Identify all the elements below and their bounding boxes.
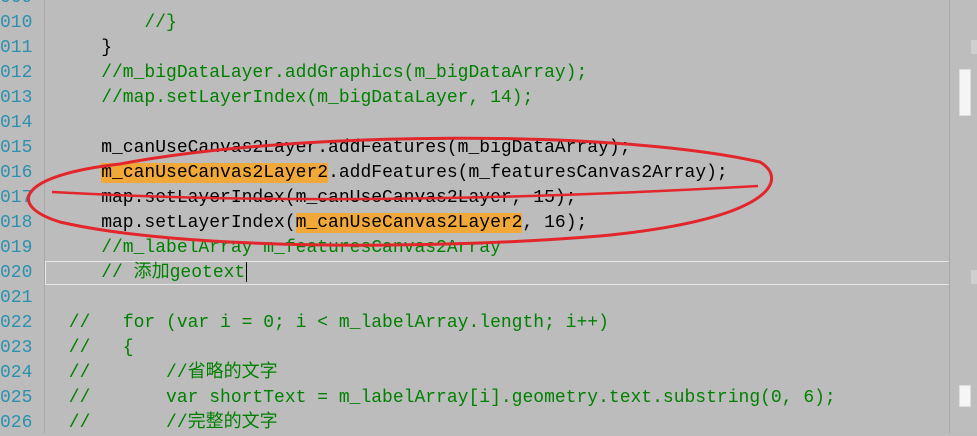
code-line[interactable]: 014 xyxy=(0,111,977,136)
line-number: 022 xyxy=(0,313,32,333)
line-number: 023 xyxy=(0,338,32,358)
text-cursor xyxy=(246,262,248,283)
scrollbar-thumb[interactable] xyxy=(959,69,971,116)
code-text: map.setLayerIndex(m_canUseCanvas2Layer, … xyxy=(58,186,576,211)
code-token: m_canUseCanvas2Layer.addFeatures(m_bigDa… xyxy=(58,138,631,158)
code-token: // //省略的文字 xyxy=(58,363,278,383)
line-number: 012 xyxy=(0,63,32,83)
code-text: } xyxy=(58,36,112,61)
code-token: // var shortText = m_labelArray[i].geome… xyxy=(58,388,836,408)
code-line[interactable]: 026 // //完整的文字 xyxy=(0,411,977,436)
scrollbar-marker xyxy=(971,40,977,54)
code-line[interactable]: 023 // { xyxy=(0,336,977,361)
line-number: 011 xyxy=(0,38,32,58)
code-line[interactable]: 018 map.setLayerIndex(m_canUseCanvas2Lay… xyxy=(0,211,977,236)
search-highlight: m_canUseCanvas2Layer2 xyxy=(295,213,523,233)
code-text: // var shortText = m_labelArray[i].geome… xyxy=(58,386,836,411)
code-token: // { xyxy=(58,338,134,358)
code-token: map.setLayerIndex(m_canUseCanvas2Layer, … xyxy=(58,188,577,208)
code-token: //map.setLayerIndex(m_bigDataLayer, 14); xyxy=(58,88,534,108)
line-number: 020 xyxy=(0,263,32,283)
line-number: 014 xyxy=(0,113,32,133)
code-line[interactable]: 015 m_canUseCanvas2Layer.addFeatures(m_b… xyxy=(0,136,977,161)
code-token: // xyxy=(58,313,123,333)
code-text: // //完整的文字 xyxy=(58,411,278,436)
line-number: 026 xyxy=(0,413,32,433)
line-number: 021 xyxy=(0,288,32,308)
code-editor[interactable]: 009010 //}011 }012 //m_bigDataLayer.addG… xyxy=(0,0,977,433)
code-text: //m_labelArray m_featuresCanvas2Array xyxy=(58,236,501,261)
code-token: //m_labelArray m_featuresCanvas2Array xyxy=(58,238,501,258)
code-text: // { xyxy=(58,336,134,361)
code-token: //} xyxy=(58,13,177,33)
code-line[interactable]: 021 xyxy=(0,286,977,311)
code-text: //map.setLayerIndex(m_bigDataLayer, 14); xyxy=(58,86,533,111)
code-text: //} xyxy=(58,11,177,36)
line-number: 009 xyxy=(0,0,32,11)
line-number: 013 xyxy=(0,88,32,108)
code-line[interactable]: 017 map.setLayerIndex(m_canUseCanvas2Lay… xyxy=(0,186,977,211)
code-line[interactable]: 012 //m_bigDataLayer.addGraphics(m_bigDa… xyxy=(0,61,977,86)
line-number: 017 xyxy=(0,188,32,208)
code-text: m_canUseCanvas2Layer2.addFeatures(m_feat… xyxy=(58,161,728,186)
code-token: // 添加geotext xyxy=(58,263,246,283)
code-token: for (var i = 0; i < m_labelArray.length;… xyxy=(122,313,609,333)
code-text: // for (var i = 0; i < m_labelArray.leng… xyxy=(58,311,609,336)
line-number: 019 xyxy=(0,238,32,258)
vertical-scrollbar[interactable] xyxy=(949,0,977,433)
code-text: map.setLayerIndex(m_canUseCanvas2Layer2,… xyxy=(58,211,587,236)
code-line[interactable]: 020 // 添加geotext xyxy=(0,261,977,286)
code-line[interactable]: 019 //m_labelArray m_featuresCanvas2Arra… xyxy=(0,236,977,261)
code-token: .addFeatures(m_featuresCanvas2Array); xyxy=(328,163,728,183)
code-line[interactable]: 009 xyxy=(0,0,977,11)
line-number: 010 xyxy=(0,13,32,33)
code-line[interactable]: 025 // var shortText = m_labelArray[i].g… xyxy=(0,386,977,411)
line-number: 025 xyxy=(0,388,32,408)
line-number: 015 xyxy=(0,138,32,158)
code-text: // //省略的文字 xyxy=(58,361,278,386)
code-line[interactable]: 024 // //省略的文字 xyxy=(0,361,977,386)
search-highlight: m_canUseCanvas2Layer2 xyxy=(101,163,329,183)
code-text: // 添加geotext xyxy=(58,261,248,286)
scrollbar-marker xyxy=(971,270,977,284)
line-number: 016 xyxy=(0,163,32,183)
code-line[interactable]: 011 } xyxy=(0,36,977,61)
code-line[interactable]: 016 m_canUseCanvas2Layer2.addFeatures(m_… xyxy=(0,161,977,186)
code-token: // //完整的文字 xyxy=(58,413,278,433)
line-number: 018 xyxy=(0,213,32,233)
code-line[interactable]: 022 // for (var i = 0; i < m_labelArray.… xyxy=(0,311,977,336)
line-number: 024 xyxy=(0,363,32,383)
scrollbar-thumb-lower[interactable] xyxy=(959,385,971,407)
code-text: //m_bigDataLayer.addGraphics(m_bigDataAr… xyxy=(58,61,587,86)
code-token: map.setLayerIndex( xyxy=(58,213,296,233)
code-token: //m_bigDataLayer.addGraphics(m_bigDataAr… xyxy=(58,63,588,83)
code-line[interactable]: 010 //} xyxy=(0,11,977,36)
code-token: } xyxy=(58,38,113,58)
code-token: , 16); xyxy=(522,213,588,233)
code-text: m_canUseCanvas2Layer.addFeatures(m_bigDa… xyxy=(58,136,631,161)
code-line[interactable]: 013 //map.setLayerIndex(m_bigDataLayer, … xyxy=(0,86,977,111)
